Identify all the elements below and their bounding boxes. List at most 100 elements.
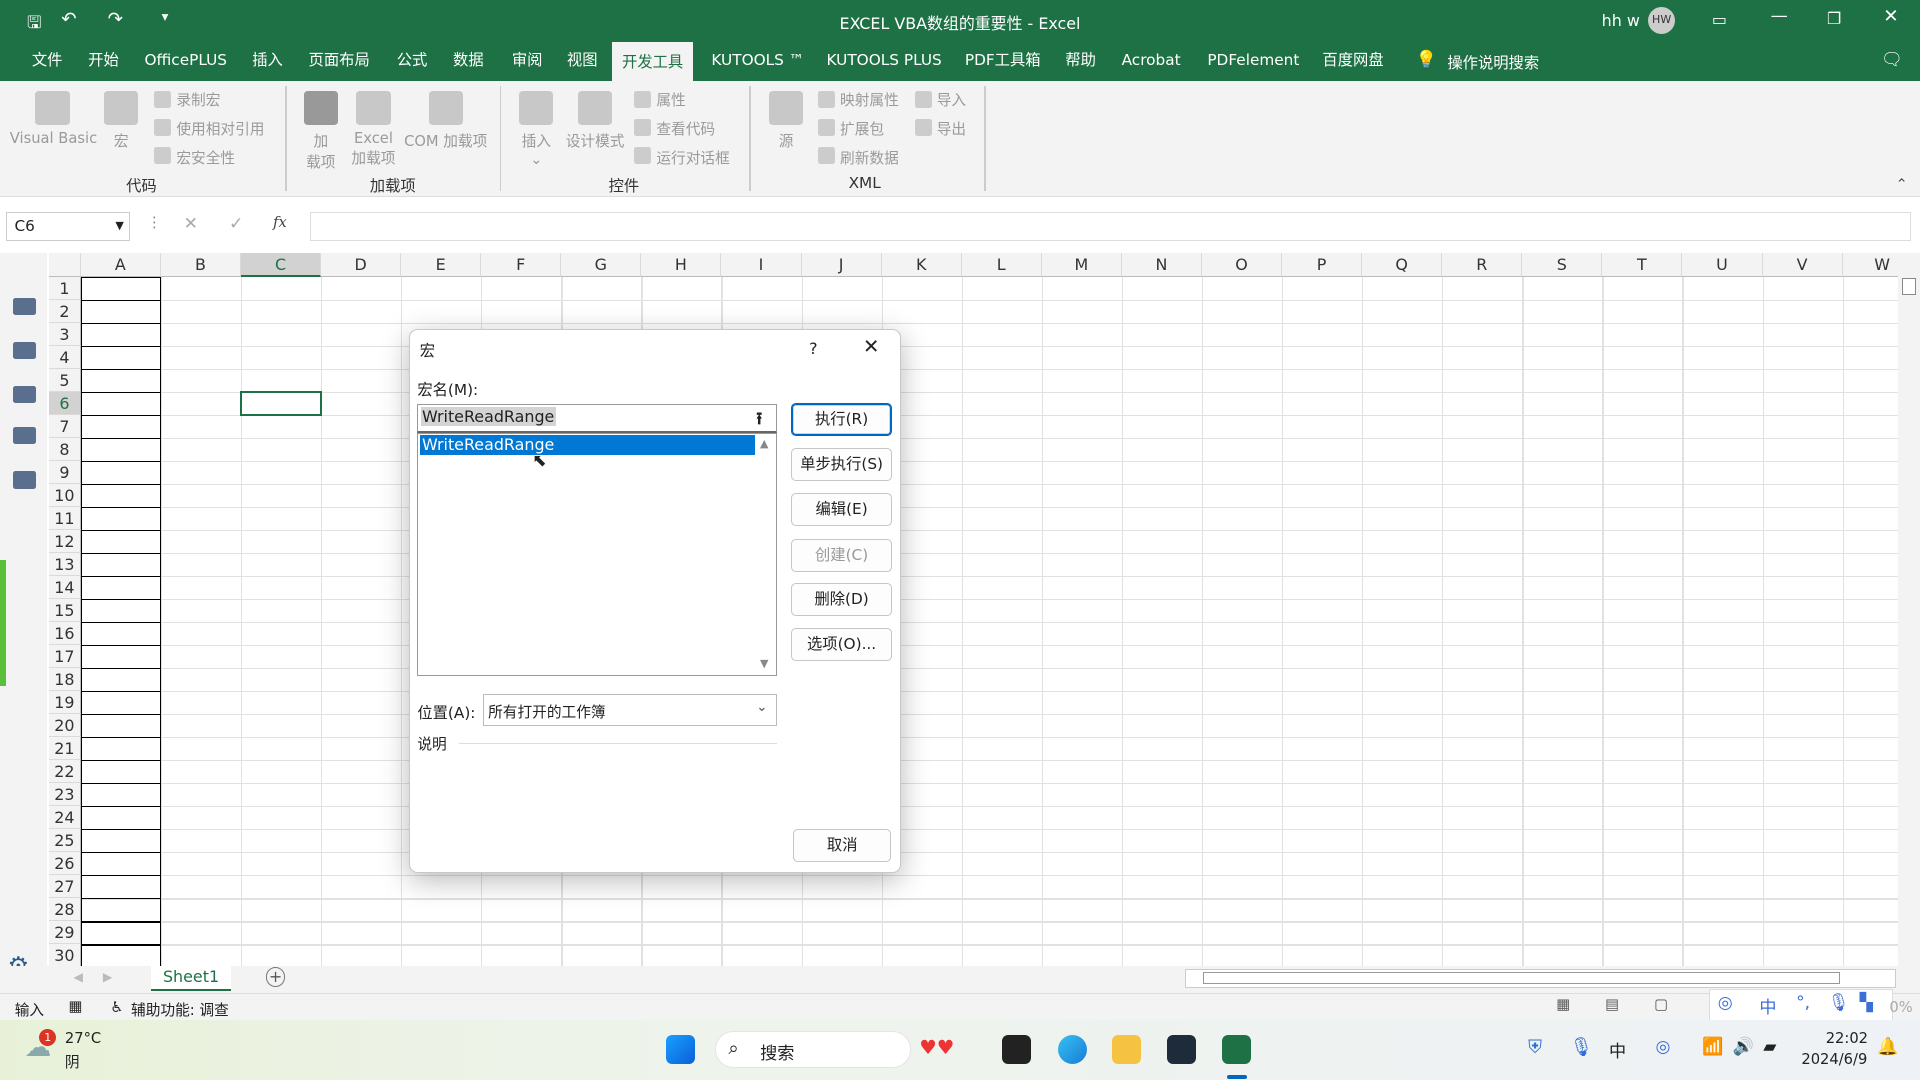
- cell-A20[interactable]: [80, 714, 161, 739]
- visual-basic-button[interactable]: Visual Basic: [10, 90, 97, 147]
- cell-A4[interactable]: [80, 345, 161, 371]
- clock-date[interactable]: 2024/6/9: [1795, 1051, 1867, 1068]
- row-header[interactable]: 29: [48, 921, 81, 945]
- run-button[interactable]: 执行(R): [790, 402, 893, 436]
- delete-button[interactable]: 删除(D): [790, 582, 893, 616]
- weather-temp[interactable]: 27°C: [65, 1030, 101, 1047]
- row-header[interactable]: 22: [48, 760, 81, 784]
- cell-A23[interactable]: [80, 783, 161, 808]
- column-header[interactable]: P: [1282, 253, 1363, 277]
- column-header[interactable]: C: [240, 253, 322, 277]
- row-header[interactable]: 28: [48, 898, 81, 922]
- design-mode-button[interactable]: 设计模式: [563, 90, 627, 151]
- column-header[interactable]: L: [961, 253, 1042, 277]
- worksheet-grid[interactable]: A B C D E F G H I J K L M N O P Q R S T U V W 1 2 3 4 5 6 7 8 9 10 11 12 13…: [0, 253, 1920, 969]
- tab-0[interactable]: 文件: [22, 40, 72, 80]
- file-explorer-icon[interactable]: [1111, 1034, 1142, 1065]
- cell-A18[interactable]: [80, 668, 161, 693]
- cell-A13[interactable]: [80, 552, 161, 578]
- row-header[interactable]: 4: [48, 345, 81, 369]
- row-header[interactable]: 9: [48, 460, 81, 484]
- source-button[interactable]: 源: [767, 90, 806, 151]
- tab-4[interactable]: 页面布局: [299, 40, 380, 80]
- addins-button[interactable]: 加载项: [301, 90, 340, 172]
- battery-icon[interactable]: ▰: [1763, 1037, 1776, 1057]
- location-select[interactable]: 所有打开的工作簿 ⌄: [483, 694, 778, 726]
- notification-bell-icon[interactable]: 🔔: [1877, 1037, 1898, 1057]
- create-button[interactable]: 创建(C): [790, 538, 893, 572]
- step-into-button[interactable]: 单步执行(S): [790, 447, 893, 481]
- column-header[interactable]: E: [401, 253, 482, 277]
- cancel-button[interactable]: 取消: [793, 828, 892, 862]
- cell-A3[interactable]: [80, 322, 161, 347]
- row-header[interactable]: 7: [48, 414, 81, 438]
- cell-A8[interactable]: [80, 437, 161, 463]
- security-icon[interactable]: ⛨: [1528, 1037, 1542, 1058]
- page-layout-icon[interactable]: ▤: [1605, 996, 1619, 1013]
- cell-A6[interactable]: [80, 391, 161, 417]
- tell-me-search[interactable]: 操作说明搜索: [1447, 51, 1539, 73]
- column-header[interactable]: U: [1682, 253, 1763, 277]
- edge-icon[interactable]: [1057, 1034, 1088, 1065]
- row-header[interactable]: 17: [48, 645, 81, 669]
- tab-12[interactable]: PDF工具箱: [955, 40, 1050, 80]
- row-header[interactable]: 20: [48, 714, 81, 738]
- ifly-icon[interactable]: ◎: [1718, 993, 1733, 1013]
- comments-icon[interactable]: 🗨: [1881, 50, 1903, 70]
- cell-A19[interactable]: [80, 691, 161, 716]
- cell-A16[interactable]: [80, 622, 161, 647]
- cell-A25[interactable]: [80, 829, 161, 854]
- column-header[interactable]: M: [1041, 253, 1122, 277]
- minimize-icon[interactable]: —: [1771, 6, 1788, 26]
- com-addins-button[interactable]: COM 加载项: [402, 90, 490, 151]
- tab-3[interactable]: 插入: [242, 40, 292, 80]
- row-header[interactable]: 14: [48, 575, 81, 599]
- clock-time[interactable]: 22:02: [1826, 1030, 1868, 1047]
- collapse-dialog-icon[interactable]: ⭱: [756, 406, 762, 435]
- refresh-data-button[interactable]: 刷新数据: [840, 147, 899, 168]
- microphone-icon[interactable]: 🎙: [1570, 1037, 1593, 1058]
- cell-A14[interactable]: [80, 575, 161, 601]
- column-header[interactable]: K: [881, 253, 962, 277]
- insert-control-button[interactable]: 插入 ⌄: [517, 90, 556, 168]
- add-sheet-icon[interactable]: +: [265, 967, 286, 987]
- row-header[interactable]: 8: [48, 437, 81, 461]
- terminal-icon[interactable]: [1166, 1034, 1197, 1065]
- macro-record-icon[interactable]: ▦: [69, 998, 83, 1015]
- view-code-button[interactable]: 查看代码: [656, 118, 715, 139]
- row-header[interactable]: 12: [48, 529, 81, 553]
- map-properties-button[interactable]: 映射属性: [840, 89, 899, 110]
- tab-6[interactable]: 数据: [443, 40, 493, 80]
- horizontal-scrollbar[interactable]: [1185, 968, 1896, 989]
- column-header[interactable]: I: [721, 253, 802, 277]
- import-button[interactable]: 导入: [937, 89, 966, 110]
- cell-A10[interactable]: [80, 483, 161, 509]
- tab-7[interactable]: 审阅: [502, 40, 552, 80]
- column-header[interactable]: B: [160, 253, 241, 277]
- row-header[interactable]: 6: [48, 391, 81, 415]
- help-button[interactable]: ?: [809, 339, 817, 358]
- next-sheet-icon[interactable]: ▶: [103, 970, 112, 984]
- tab-15[interactable]: PDFelement: [1198, 40, 1310, 80]
- ifly-icon[interactable]: ◎: [1656, 1037, 1671, 1057]
- punctuation-icon[interactable]: °,: [1796, 993, 1810, 1013]
- wifi-icon[interactable]: 📶: [1702, 1037, 1723, 1057]
- row-header[interactable]: 16: [48, 622, 81, 646]
- row-header[interactable]: 25: [48, 829, 81, 853]
- excel-addins-button[interactable]: Excel 加载项: [348, 90, 399, 168]
- column-header[interactable]: D: [321, 253, 402, 277]
- row-header[interactable]: 1: [48, 276, 81, 300]
- select-all-corner[interactable]: [48, 253, 81, 277]
- column-header[interactable]: G: [561, 253, 642, 277]
- run-dialog-button[interactable]: 运行对话框: [656, 147, 729, 168]
- insert-function-button[interactable]: fx: [273, 214, 287, 231]
- cell-A30[interactable]: [80, 944, 161, 969]
- row-header[interactable]: 15: [48, 599, 81, 623]
- cell-A24[interactable]: [80, 806, 161, 831]
- macro-name-input[interactable]: WriteReadRange ⭱: [417, 403, 778, 435]
- cell-A21[interactable]: [80, 737, 161, 762]
- name-box[interactable]: C6 ▼: [6, 211, 130, 242]
- macros-button[interactable]: 宏: [103, 90, 140, 151]
- row-header[interactable]: 13: [48, 552, 81, 576]
- cell-A11[interactable]: [80, 506, 161, 532]
